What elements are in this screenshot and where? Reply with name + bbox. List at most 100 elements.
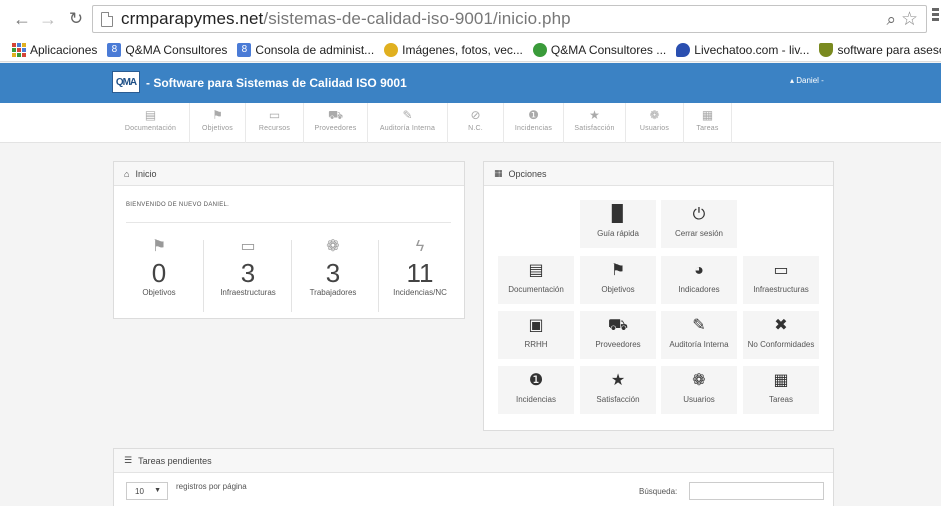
nav-item-label: Auditoría Interna [379, 125, 436, 132]
apps-grid-icon [12, 42, 26, 57]
url-domain: crmparapymes.net [121, 9, 264, 28]
nav-item-satisfaccion[interactable]: ★ Satisfacción [564, 103, 626, 143]
bookmark-item[interactable]: Q&MA Consultores ... [532, 42, 666, 57]
nav-item-label: Proveedores [314, 125, 357, 132]
tile-label: No Conformidades [747, 340, 815, 349]
zoom-icon[interactable]: ⌕ [886, 10, 896, 30]
stat-trabajadores[interactable]: ❁ 3 Trabajadores [289, 238, 377, 297]
page-icon [101, 11, 113, 27]
app-title: - Software para Sistemas de Calidad ISO … [146, 76, 407, 90]
tile-label: Incidencias [515, 395, 557, 404]
nav-item-recursos[interactable]: ▭ Recursos [246, 103, 304, 143]
star-icon: ★ [589, 108, 600, 122]
flag-icon: ⚑ [151, 238, 167, 255]
menu-icon[interactable] [932, 8, 939, 23]
tile-objetivos[interactable]: ⚑ Objetivos [580, 256, 656, 304]
nav-item-label: N.C. [468, 125, 483, 132]
tile-label: Usuarios [683, 395, 715, 404]
tile-no-conformidades[interactable]: ✖ No Conformidades [743, 311, 819, 359]
nav-item-incidencias[interactable]: ❶ Incidencias [504, 103, 564, 143]
tile-cerrar-sesion[interactable]: ⏻ Cerrar sesión [661, 200, 737, 248]
stat-objetivos[interactable]: ⚑ 0 Objetivos [115, 238, 203, 297]
home-icon: ⌂ [124, 168, 130, 179]
bookmark-label: Livechatoo.com - liv... [694, 42, 810, 57]
bookmark-item[interactable]: software para asesor... [819, 42, 941, 57]
flag-icon: ⚑ [212, 108, 223, 122]
stat-value: 3 [240, 258, 256, 288]
url-text[interactable]: crmparapymes.net/sistemas-de-calidad-iso… [121, 9, 571, 29]
tile-tareas[interactable]: ▦ Tareas [743, 366, 819, 414]
google-sites-icon: 8 [237, 42, 252, 57]
nav-item-auditoria[interactable]: ✎ Auditoría Interna [368, 103, 448, 143]
bookmark-label: Aplicaciones [30, 42, 98, 57]
tile-label: Indicadores [678, 285, 720, 294]
stat-value: 3 [325, 258, 341, 288]
bookmark-label: Consola de administ... [255, 42, 375, 57]
stat-incidencias[interactable]: ϟ 11 Incidencias/NC [376, 238, 464, 297]
stat-label: Infraestructuras [220, 288, 276, 297]
bookmark-apps[interactable]: Aplicaciones [12, 42, 98, 57]
tile-satisfaccion[interactable]: ★ Satisfacción [580, 366, 656, 414]
laptop-icon: ▭ [268, 108, 281, 122]
nav-item-label: Satisfacción [574, 125, 615, 132]
nav-item-label: Objetivos [202, 125, 233, 132]
nav-item-usuarios[interactable]: ❁ Usuarios [626, 103, 684, 143]
tile-label: Guía rápida [597, 229, 639, 238]
tile-rrhh[interactable]: ▣ RRHH [498, 311, 574, 359]
times-circle-icon: ✖ [774, 317, 788, 334]
truck-icon: ⛟ [607, 317, 629, 334]
stat-label: Incidencias/NC [393, 288, 447, 297]
tile-infraestructuras[interactable]: ▭ Infraestructuras [743, 256, 819, 304]
tile-documentacion[interactable]: ▤ Documentación [498, 256, 574, 304]
stat-infraestructuras[interactable]: ▭ 3 Infraestructuras [204, 238, 292, 297]
nav-item-nc[interactable]: ⊘ N.C. [448, 103, 504, 143]
reload-icon[interactable]: ↻ [66, 9, 86, 29]
tile-auditoria-interna[interactable]: ✎ Auditoría Interna [661, 311, 737, 359]
nav-item-objetivos[interactable]: ⚑ Objetivos [190, 103, 246, 143]
tile-label: Tareas [768, 395, 793, 404]
opciones-panel: ▦ Opciones ▉ Guía rápida ⏻ Cerrar sesión… [483, 161, 834, 431]
nav-item-label: Documentación [124, 125, 177, 132]
bookmark-label: Q&MA Consultores [125, 42, 228, 57]
alert-icon: ❶ [528, 108, 539, 122]
star-icon[interactable]: ☆ [901, 8, 918, 31]
tile-label: RRHH [524, 340, 548, 349]
tile-label: Documentación [508, 285, 564, 294]
divider [126, 222, 451, 223]
star-icon: ★ [610, 372, 626, 389]
search-input[interactable] [689, 482, 824, 500]
truck-icon: ⛟ [327, 108, 344, 122]
stat-value: 11 [406, 258, 434, 288]
livechat-icon [676, 42, 691, 57]
list-icon: ☰ [124, 455, 133, 465]
google-sites-icon: 8 [107, 42, 122, 57]
bookmark-item[interactable]: Imágenes, fotos, vec... [384, 42, 523, 57]
tile-usuarios[interactable]: ❁ Usuarios [661, 366, 737, 414]
tile-label: Infraestructuras [753, 285, 809, 294]
nav-item-proveedores[interactable]: ⛟ Proveedores [304, 103, 368, 143]
opciones-panel-header: ▦ Opciones [484, 162, 833, 186]
user-menu[interactable]: ▴ Daniel - [790, 76, 824, 85]
forward-icon[interactable]: → [38, 9, 58, 30]
app-logo[interactable]: QMA [112, 71, 140, 93]
bookmark-item[interactable]: 8 Q&MA Consultores [107, 42, 228, 57]
tile-incidencias[interactable]: ❶ Incidencias [498, 366, 574, 414]
page-size-select[interactable]: 10 ▼ [126, 482, 168, 500]
tile-proveedores[interactable]: ⛟ Proveedores [580, 311, 656, 359]
back-icon[interactable]: ← [12, 9, 32, 30]
tile-indicadores[interactable]: ◕ Indicadores [661, 256, 737, 304]
power-icon: ⏻ [692, 206, 706, 223]
tile-label: Cerrar sesión [674, 229, 723, 238]
bookmark-item[interactable]: Livechatoo.com - liv... [676, 42, 810, 57]
address-bar[interactable]: crmparapymes.net/sistemas-de-calidad-iso… [92, 5, 927, 33]
briefcase-icon: ▣ [528, 317, 544, 334]
alert-icon: ❶ [528, 372, 544, 389]
tile-guia-rapida[interactable]: ▉ Guía rápida [580, 200, 656, 248]
bookmark-item[interactable]: 8 Consola de administ... [237, 42, 375, 57]
grid-icon: ▦ [494, 168, 503, 178]
nav-item-tareas[interactable]: ▦ Tareas [684, 103, 732, 143]
nav-item-documentacion[interactable]: ▤ Documentación [112, 103, 190, 143]
dashboard-icon: ◕ [694, 262, 704, 279]
page-size-value: 10 [135, 487, 144, 496]
per-page-label: registros por página [176, 482, 247, 491]
